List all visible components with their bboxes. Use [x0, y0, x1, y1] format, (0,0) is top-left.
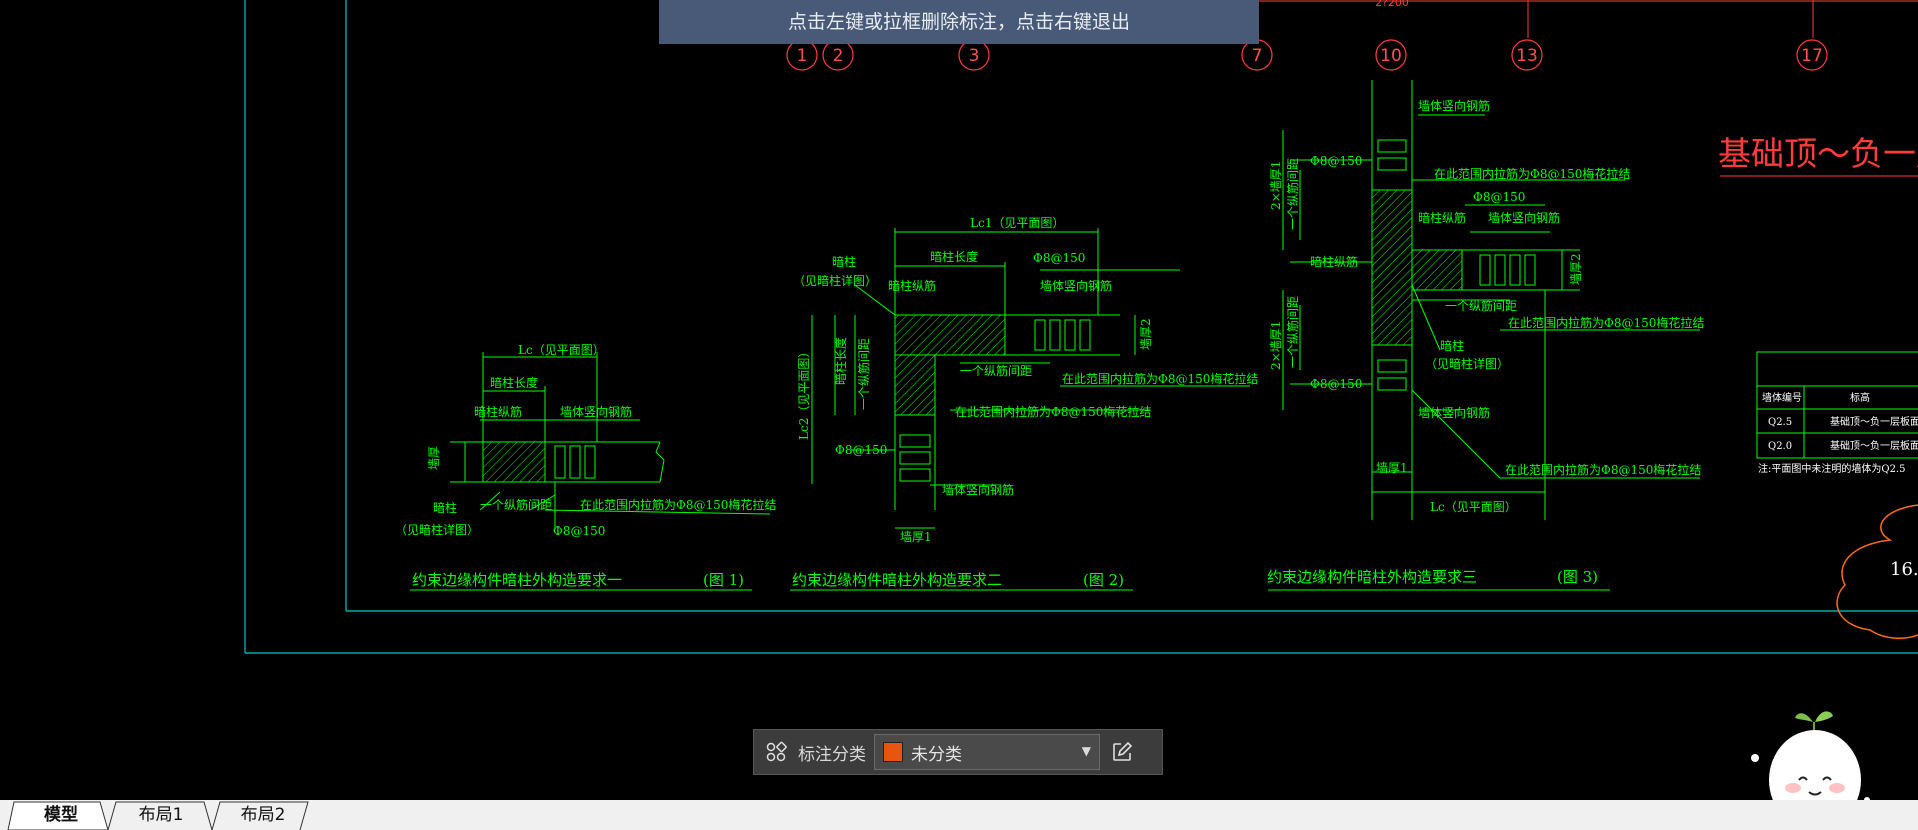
d1-anzhu: 暗柱 — [433, 500, 457, 515]
detail-1[interactable] — [410, 352, 771, 591]
axis-bubbles — [786, 39, 1828, 71]
chevron-down-icon: ▼ — [1081, 744, 1091, 758]
d2-anzhu-zj: 暗柱纵筋 — [888, 278, 936, 293]
d3-two-x2: 2×墙厚1 — [1269, 321, 1283, 370]
tab-model[interactable]: 模型 — [20, 800, 102, 830]
table-header: 标高 — [1850, 391, 1870, 404]
d1-lc: Lc（见平面图） — [518, 343, 605, 357]
axis-label: 2 — [833, 46, 844, 66]
d1-one-zj: 一个纵筋间距 — [480, 497, 552, 512]
tab-layout1[interactable]: 布局1 — [118, 800, 204, 830]
d2-anzhu: 暗柱 — [832, 254, 856, 269]
axis-label: 10 — [1380, 46, 1402, 66]
d3-lc: Lc（见平面图） — [1430, 500, 1517, 514]
d1-figure: (图 1) — [703, 571, 744, 589]
d3-see-anzhu: （见暗柱详图） — [1425, 356, 1509, 371]
d2-wall-vert: 墙体竖向钢筋 — [1040, 278, 1112, 293]
d2-caption: 约束边缘构件暗柱外构造要求二 — [792, 571, 1002, 589]
d1-anzhu-len: 暗柱长度 — [490, 375, 538, 390]
d3-rebar1: Φ8@150 — [1310, 154, 1362, 168]
d3-one-zj: 一个纵筋间距 — [1285, 158, 1300, 230]
table-header: 墙体编号 — [1762, 391, 1802, 404]
top-dimension: 2?200 — [1375, 0, 1409, 9]
axis-label: 1 — [797, 46, 808, 66]
d2-rebar-left: Φ8@150 — [835, 443, 887, 457]
d3-wall-vert-b: 墙体竖向钢筋 — [1418, 405, 1490, 420]
axis-label: 17 — [1801, 46, 1823, 66]
d2-wall-thick1: 墙厚1 — [900, 530, 932, 544]
d2-rebar-top: Φ8@150 — [1033, 251, 1085, 265]
d1-rebar: Φ8@150 — [553, 524, 605, 538]
d2-tie-note2: 在此范围内拉筋为Φ8@150梅花拉结 — [955, 404, 1151, 419]
d3-anzhu: 暗柱 — [1440, 338, 1464, 353]
tab-layout2[interactable]: 布局2 — [222, 800, 304, 830]
command-prompt-banner: 点击左键或拉框删除标注，点击右键退出 — [659, 0, 1259, 44]
axis-label: 7 — [1252, 46, 1263, 66]
d3-one-zj3: 一个纵筋间距 — [1285, 296, 1300, 368]
axis-label: 3 — [969, 46, 980, 66]
category-color-swatch — [883, 742, 903, 762]
d3-wall-vert-top: 墙体竖向钢筋 — [1418, 98, 1490, 113]
axis-grid — [1259, 0, 1918, 38]
layout-tab-bar: 模型 布局1 布局2 — [0, 800, 1918, 830]
d2-wall-vert-b: 墙体竖向钢筋 — [942, 482, 1014, 497]
d3-tie-note3: 在此范围内拉筋为Φ8@150梅花拉结 — [1505, 462, 1701, 477]
d2-one-zj-v: 一个纵筋间距 — [856, 338, 871, 410]
d3-one-zj2: 一个纵筋间距 — [1445, 298, 1517, 313]
d3-anzhu-zj: 暗柱纵筋 — [1418, 210, 1466, 225]
d3-wall-vert: 墙体竖向钢筋 — [1488, 210, 1560, 225]
table-cell: 基础顶～负一层板面 — [1830, 415, 1918, 428]
table-cell: 基础顶～负一层板面 — [1830, 439, 1918, 452]
category-select-value: 未分类 — [911, 744, 962, 765]
annotation-toolbar: 标注分类 未分类 ▼ — [753, 729, 1163, 775]
d3-wall-thick1: 墙厚1 — [1376, 461, 1408, 475]
d3-wall-thick2: 墙厚2 — [1569, 253, 1583, 285]
d2-figure: (图 2) — [1083, 571, 1124, 589]
d3-two-x: 2×墙厚1 — [1269, 161, 1283, 210]
table-cell: Q2.0 — [1768, 441, 1792, 452]
table-cell: Q2.5 — [1768, 417, 1792, 428]
d1-wall-thick: 墙厚 — [427, 446, 441, 470]
d2-anzhu-len-v: 暗柱长度 — [833, 337, 848, 385]
grid-icon[interactable] — [758, 734, 794, 770]
d1-caption: 约束边缘构件暗柱外构造要求一 — [412, 571, 622, 589]
d3-figure: (图 3) — [1557, 568, 1598, 586]
d2-wall-thick2: 墙厚2 — [1139, 318, 1153, 350]
d1-wall-vert: 墙体竖向钢筋 — [560, 404, 632, 419]
d2-one-zj: 一个纵筋间距 — [960, 363, 1032, 378]
d2-tie-note1: 在此范围内拉筋为Φ8@150梅花拉结 — [1062, 371, 1258, 386]
table-note: 注:平面图中未注明的墙体为Q2.5 — [1758, 462, 1905, 475]
d2-lc2: Lc2（见平面图） — [797, 346, 811, 440]
d1-anzhu-zj: 暗柱纵筋 — [474, 404, 522, 419]
annotation-category-select[interactable]: 未分类 ▼ — [874, 734, 1100, 770]
cad-drawing-canvas[interactable]: 2?200 1 2 3 7 10 13 17 基础顶～负一层板面 — [0, 0, 1918, 800]
edit-icon[interactable] — [1102, 734, 1142, 770]
right-note: 16.当 — [1890, 559, 1918, 580]
d2-see-anzhu: （见暗柱详图） — [793, 273, 877, 288]
d3-caption: 约束边缘构件暗柱外构造要求三 — [1267, 568, 1477, 586]
d3-anzhu-zj2: 暗柱纵筋 — [1310, 254, 1358, 269]
axis-label: 13 — [1516, 46, 1538, 66]
d2-lc1: Lc1（见平面图） — [970, 216, 1064, 230]
drawing-title: 基础顶～负一层板面 — [1718, 134, 1918, 173]
d3-rebar3: Φ8@150 — [1310, 377, 1362, 391]
d3-tie-note2: 在此范围内拉筋为Φ8@150梅花拉结 — [1508, 315, 1704, 330]
annotation-category-label: 标注分类 — [798, 744, 866, 765]
d1-see-anzhu: （见暗柱详图） — [395, 522, 479, 537]
d2-anzhu-len: 暗柱长度 — [930, 249, 978, 264]
d3-rebar2: Φ8@150 — [1473, 190, 1525, 204]
d1-tie-note: 在此范围内拉筋为Φ8@150梅花拉结 — [580, 497, 776, 512]
d3-tie-note1: 在此范围内拉筋为Φ8@150梅花拉结 — [1434, 166, 1630, 181]
